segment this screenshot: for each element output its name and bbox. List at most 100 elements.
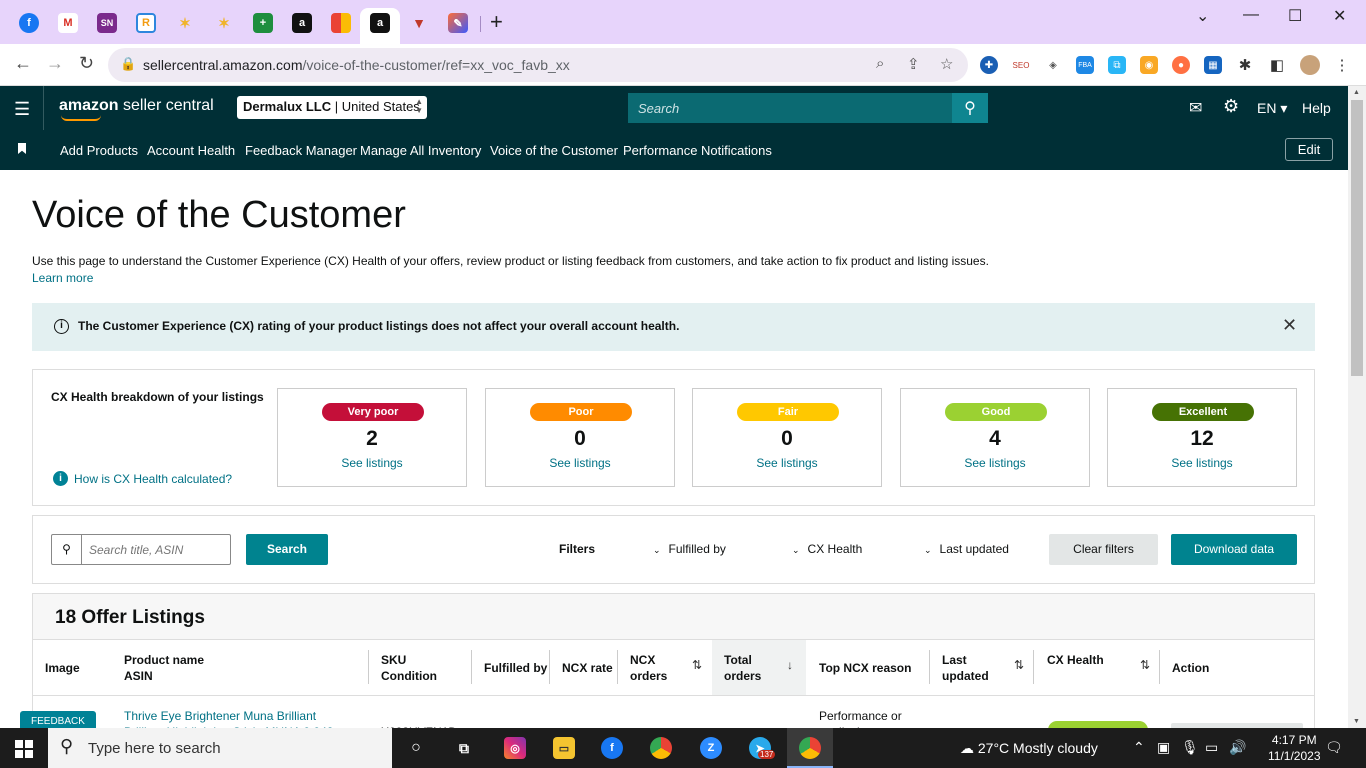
extension-icon-2[interactable]: SEO	[1012, 56, 1030, 74]
extension-icon-4[interactable]: FBA	[1076, 56, 1094, 74]
gmail-tab-icon[interactable]: M	[58, 13, 78, 33]
zoom-icon[interactable]: ⌕	[876, 55, 884, 72]
task-view-icon[interactable]: ⧉	[453, 737, 475, 759]
windows-start-icon[interactable]	[15, 740, 33, 758]
header-search-input[interactable]: Search	[628, 93, 952, 123]
nav-account-health[interactable]: Account Health	[147, 143, 235, 158]
facebook-icon[interactable]: f	[601, 737, 623, 759]
nav-performance-notifications[interactable]: Performance Notifications	[623, 143, 772, 158]
see-listings-link[interactable]: See listings	[486, 456, 674, 470]
nav-feedback-manager[interactable]: Feedback Manager	[245, 143, 357, 158]
side-panel-icon[interactable]: ◧	[1268, 56, 1286, 74]
forward-arrow-icon[interactable]: →	[46, 53, 64, 74]
col-cx-health[interactable]: CX Health	[1047, 652, 1104, 668]
weather-widget[interactable]: ☁ 27°C Mostly cloudy	[960, 740, 1098, 757]
see-listings-link[interactable]: See listings	[693, 456, 881, 470]
language-selector[interactable]: EN ▾	[1257, 100, 1287, 117]
scroll-down-icon[interactable]: ▼	[1353, 718, 1360, 725]
facebook-tab-icon[interactable]: f	[19, 13, 39, 33]
scroll-up-icon[interactable]: ▲	[1353, 89, 1360, 96]
battery-icon[interactable]: ▭	[1205, 739, 1218, 756]
zoom-icon[interactable]: Z	[700, 737, 722, 759]
bookmark-star-icon[interactable]: ☆	[940, 55, 953, 73]
amazon-seller-central-logo[interactable]: amazon seller central	[59, 97, 214, 115]
extension-icon-6[interactable]: ◉	[1140, 56, 1158, 74]
clear-filters-button[interactable]: Clear filters	[1049, 534, 1158, 565]
hamburger-menu-icon[interactable]: ☰	[14, 99, 30, 120]
tray-chevron-icon[interactable]: ⌃	[1133, 739, 1145, 756]
cortana-circle-icon[interactable]: ○	[405, 737, 427, 759]
colorful-tab-icon[interactable]	[331, 13, 351, 33]
triangle-tab-icon[interactable]: ▼	[409, 13, 429, 33]
col-last-updated[interactable]: Last updated	[942, 652, 989, 684]
col-ncx-rate[interactable]: NCX rate	[562, 660, 613, 676]
pencil-tab-icon[interactable]: ✎	[448, 13, 468, 33]
scroll-thumb[interactable]	[1351, 100, 1363, 376]
taskbar-clock[interactable]: 4:17 PM 11/1/2023	[1268, 732, 1321, 764]
sort-down-arrow-icon[interactable]: ↓	[787, 658, 793, 672]
menu-kebab-icon[interactable]: ⋮	[1333, 56, 1351, 74]
sort-updown-icon[interactable]: ⇅	[1140, 658, 1150, 672]
see-listings-link[interactable]: See listings	[1108, 456, 1296, 470]
amazon-active-tab-icon[interactable]: a	[370, 13, 390, 33]
cx-health-dropdown[interactable]: ⌄ CX Health	[792, 542, 862, 556]
tab-search-chevron-icon[interactable]: ⌄	[1196, 6, 1209, 26]
back-arrow-icon[interactable]: ←	[14, 53, 32, 74]
how-cx-calculated-link[interactable]: i How is CX Health calculated?	[53, 471, 232, 486]
amazon-tab-icon[interactable]: a	[292, 13, 312, 33]
close-window-icon[interactable]: ✕	[1333, 6, 1346, 26]
col-fulfilled-by[interactable]: Fulfilled by	[484, 660, 547, 676]
fulfilled-by-dropdown[interactable]: ⌄ Fulfilled by	[653, 542, 726, 556]
edit-nav-button[interactable]: Edit	[1285, 138, 1333, 161]
col-sku[interactable]: SKU Condition	[381, 652, 437, 684]
new-tab-icon[interactable]: +	[490, 11, 503, 33]
help-link[interactable]: Help	[1302, 100, 1331, 116]
share-icon[interactable]: ⇪	[907, 55, 920, 73]
sort-updown-icon[interactable]: ⇅	[1014, 658, 1024, 672]
bookmark-icon[interactable]	[18, 143, 26, 154]
sort-updown-icon[interactable]: ⇅	[692, 658, 702, 672]
microphone-icon[interactable]: 🎙	[1181, 739, 1199, 756]
profile-avatar[interactable]	[1300, 55, 1320, 75]
extension-icon-8[interactable]: ▦	[1204, 56, 1222, 74]
star-tab-icon[interactable]: ✶	[175, 13, 195, 33]
col-product-name[interactable]: Product name ASIN	[124, 652, 204, 684]
sn-tab-icon[interactable]: SN	[97, 13, 117, 33]
download-data-button[interactable]: Download data	[1171, 534, 1297, 565]
col-ncx-orders[interactable]: NCX orders	[630, 652, 667, 684]
close-alert-icon[interactable]: ✕	[1282, 315, 1297, 336]
mail-icon[interactable]: ✉	[1189, 98, 1202, 118]
chrome-active-icon[interactable]	[799, 737, 821, 759]
minimize-icon[interactable]: —	[1243, 6, 1259, 24]
col-total-orders[interactable]: Total orders	[724, 652, 761, 684]
extension-icon-1[interactable]: ✚	[980, 56, 998, 74]
nav-manage-inventory[interactable]: Manage All Inventory	[360, 143, 481, 158]
maximize-icon[interactable]: ☐	[1288, 6, 1302, 26]
listing-search-input[interactable]: ⚲ Search title, ASIN	[51, 534, 231, 565]
account-switcher[interactable]: Dermalux LLC | United States ▲ ▼	[237, 96, 427, 119]
reload-icon[interactable]: ↻	[79, 53, 94, 74]
header-search-button[interactable]: ⚲	[952, 93, 988, 123]
star-tab-icon-2[interactable]: ✶	[214, 13, 234, 33]
taskbar-search-box[interactable]: ⚲ Type here to search	[48, 728, 392, 768]
instagram-icon[interactable]: ◎	[504, 737, 526, 759]
page-scrollbar[interactable]: ▲ ▼	[1348, 86, 1366, 728]
last-updated-dropdown[interactable]: ⌄ Last updated	[924, 542, 1009, 556]
settings-gear-icon[interactable]: ⚙	[1223, 96, 1239, 117]
search-button[interactable]: Search	[246, 534, 328, 565]
see-listings-link[interactable]: See listings	[901, 456, 1089, 470]
notifications-icon[interactable]: 🗨	[1325, 739, 1343, 756]
see-listings-link[interactable]: See listings	[278, 456, 466, 470]
nav-add-products[interactable]: Add Products	[60, 143, 138, 158]
r-tab-icon[interactable]: R	[136, 13, 156, 33]
address-bar[interactable]: 🔒 sellercentral.amazon.com/voice-of-the-…	[108, 48, 968, 82]
sheets-tab-icon[interactable]: +	[253, 13, 273, 33]
volume-icon[interactable]: 🔊	[1229, 739, 1246, 756]
extension-icon-7[interactable]: ●	[1172, 56, 1190, 74]
extension-icon-3[interactable]: ◈	[1044, 56, 1062, 74]
file-explorer-icon[interactable]: ▭	[553, 737, 575, 759]
chrome-icon[interactable]	[650, 737, 672, 759]
learn-more-link[interactable]: Learn more	[32, 271, 93, 285]
extensions-puzzle-icon[interactable]: ✱	[1236, 56, 1254, 74]
extension-icon-5[interactable]: ⧉	[1108, 56, 1126, 74]
